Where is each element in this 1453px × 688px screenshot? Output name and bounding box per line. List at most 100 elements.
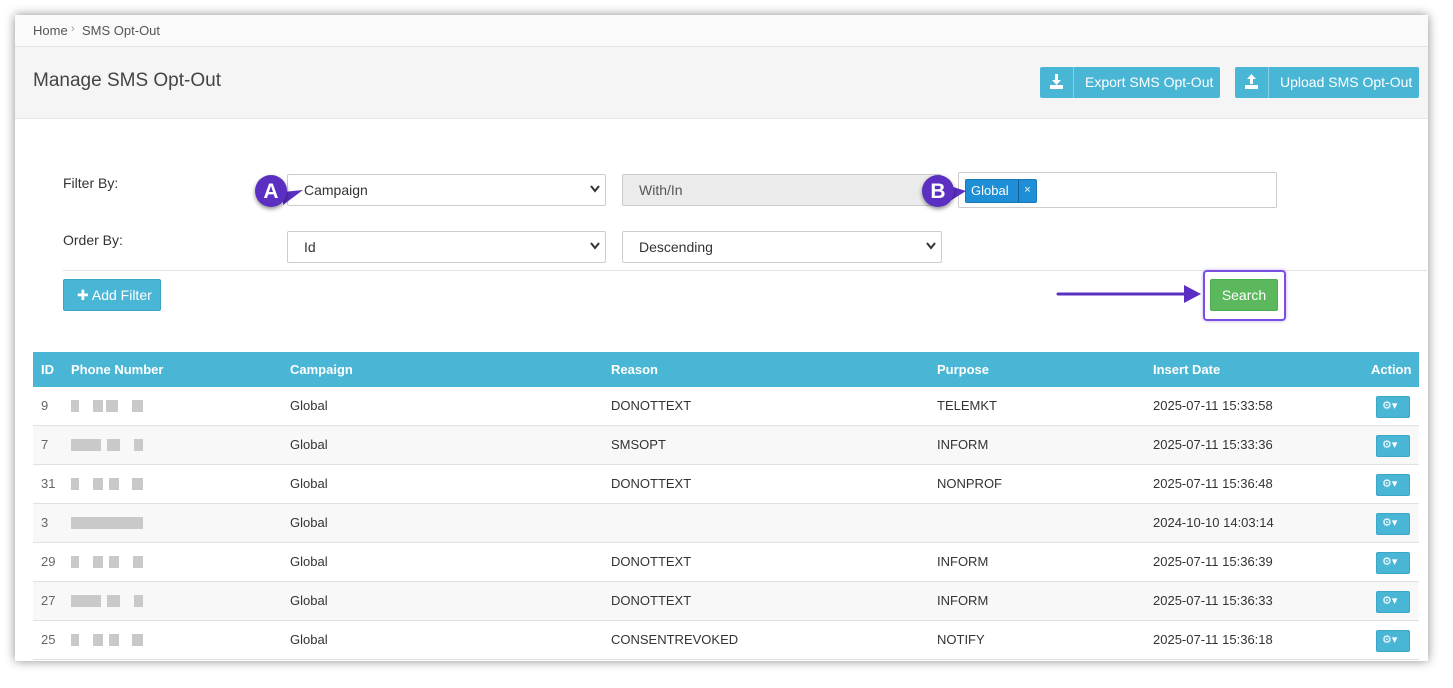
table-header: ID Phone Number Campaign Reason Purpose … <box>33 352 1419 387</box>
filter-field-value: Campaign <box>304 182 368 198</box>
row-campaign: Global <box>290 515 328 530</box>
redacted-phone-number <box>71 478 146 490</box>
gear-icon: ⚙▾ <box>1382 478 1398 490</box>
row-id: 27 <box>41 593 56 608</box>
page-title: Manage SMS Opt-Out <box>33 70 221 91</box>
table-row: 9 Global DONOTTEXT TELEMKT 2025-07-11 15… <box>33 387 1419 426</box>
row-campaign: Global <box>290 476 328 491</box>
column-header-purpose: Purpose <box>937 362 990 377</box>
chevron-down-icon <box>589 239 601 256</box>
breadcrumb-current: SMS Opt-Out <box>82 23 161 38</box>
upload-label: Upload SMS Opt-Out <box>1280 74 1413 90</box>
row-insert-date: 2024-10-10 14:03:14 <box>1153 515 1274 530</box>
row-action-button[interactable]: ⚙▾ <box>1376 513 1410 535</box>
gear-icon: ⚙▾ <box>1382 634 1398 646</box>
selected-tag-global: Global × <box>965 179 1037 203</box>
filter-operator-box: With/In <box>622 174 941 206</box>
add-filter-button[interactable]: ✚ Add Filter <box>63 279 161 311</box>
order-field-value: Id <box>304 239 316 255</box>
redacted-phone-number <box>71 556 146 568</box>
row-id: 9 <box>41 398 49 413</box>
row-insert-date: 2025-07-11 15:36:33 <box>1153 593 1273 608</box>
breadcrumb-home-link[interactable]: Home <box>33 23 68 38</box>
callout-a-letter: A <box>263 180 279 203</box>
order-field-select[interactable]: Id <box>287 231 606 263</box>
order-direction-value: Descending <box>639 239 713 255</box>
row-insert-date: 2025-07-11 15:33:36 <box>1153 437 1273 452</box>
chevron-down-icon <box>589 182 601 199</box>
tag-remove-icon[interactable]: × <box>1018 180 1036 202</box>
breadcrumb: Home › SMS Opt-Out <box>15 15 1428 47</box>
breadcrumb-separator-icon: › <box>71 23 75 35</box>
row-id: 7 <box>41 437 49 452</box>
order-by-label: Order By: <box>63 232 123 248</box>
tag-label: Global <box>971 183 1009 198</box>
row-reason: CONSENTREVOKED <box>611 632 739 647</box>
table-row: 3 Global 2024-10-10 14:03:14 ⚙▾ <box>33 504 1419 543</box>
redacted-phone-number <box>71 517 146 529</box>
table-row: 29 Global DONOTTEXT INFORM 2025-07-11 15… <box>33 543 1419 582</box>
upload-icon <box>1235 67 1269 98</box>
search-button[interactable]: Search <box>1210 279 1278 311</box>
row-purpose: INFORM <box>937 437 989 452</box>
row-purpose: NONPROF <box>937 476 1002 491</box>
row-campaign: Global <box>290 593 328 608</box>
upload-sms-opt-out-button[interactable]: Upload SMS Opt-Out <box>1235 67 1419 98</box>
filter-operator-value: With/In <box>639 182 683 198</box>
row-action-button[interactable]: ⚙▾ <box>1376 474 1410 496</box>
row-insert-date: 2025-07-11 15:36:18 <box>1153 632 1273 647</box>
row-action-button[interactable]: ⚙▾ <box>1376 552 1410 574</box>
row-action-button[interactable]: ⚙▾ <box>1376 591 1410 613</box>
row-id: 29 <box>41 554 56 569</box>
table-row: 7 Global SMSOPT INFORM 2025-07-11 15:33:… <box>33 426 1419 465</box>
column-header-campaign: Campaign <box>290 362 353 377</box>
callout-b-badge: B <box>922 175 954 207</box>
row-id: 31 <box>41 476 56 491</box>
gear-icon: ⚙▾ <box>1382 439 1398 451</box>
row-campaign: Global <box>290 398 328 413</box>
row-purpose: INFORM <box>937 554 989 569</box>
table-row: 27 Global DONOTTEXT INFORM 2025-07-11 15… <box>33 582 1419 621</box>
redacted-phone-number <box>71 634 146 646</box>
row-campaign: Global <box>290 437 328 452</box>
row-action-button[interactable]: ⚙▾ <box>1376 630 1410 652</box>
app-window: Home › SMS Opt-Out Manage SMS Opt-Out Ex… <box>15 15 1428 661</box>
table-row: 25 Global CONSENTREVOKED NOTIFY 2025-07-… <box>33 621 1419 660</box>
redacted-phone-number <box>71 595 146 607</box>
row-reason: SMSOPT <box>611 437 666 452</box>
opt-out-table: ID Phone Number Campaign Reason Purpose … <box>33 352 1419 660</box>
callout-a-badge: A <box>255 175 287 207</box>
add-filter-label: Add Filter <box>91 287 152 303</box>
gear-icon: ⚙▾ <box>1382 595 1398 607</box>
filter-field-select[interactable]: Campaign <box>287 174 606 206</box>
column-header-reason: Reason <box>611 362 658 377</box>
column-header-insert-date: Insert Date <box>1153 362 1221 377</box>
row-id: 25 <box>41 632 56 647</box>
row-insert-date: 2025-07-11 15:36:48 <box>1153 476 1273 491</box>
row-action-button[interactable]: ⚙▾ <box>1376 396 1410 418</box>
chevron-down-icon <box>925 239 937 256</box>
row-action-button[interactable]: ⚙▾ <box>1376 435 1410 457</box>
column-header-action: Action <box>1371 362 1412 377</box>
column-header-phone-number: Phone Number <box>71 362 164 377</box>
download-icon <box>1040 67 1074 98</box>
column-header-id: ID <box>41 362 54 377</box>
export-sms-opt-out-button[interactable]: Export SMS Opt-Out <box>1040 67 1220 98</box>
table-row: 31 Global DONOTTEXT NONPROF 2025-07-11 1… <box>33 465 1419 504</box>
gear-icon: ⚙▾ <box>1382 517 1398 529</box>
redacted-phone-number <box>71 439 146 451</box>
row-campaign: Global <box>290 632 328 647</box>
filter-value-tag-input[interactable]: Global × <box>958 172 1277 208</box>
add-filter-content: ✚ Add Filter <box>77 287 152 304</box>
page-header: Manage SMS Opt-Out Export SMS Opt-Out Up… <box>15 47 1428 119</box>
row-insert-date: 2025-07-11 15:36:39 <box>1153 554 1273 569</box>
filter-by-label: Filter By: <box>63 175 119 191</box>
row-reason: DONOTTEXT <box>611 398 692 413</box>
row-reason: DONOTTEXT <box>611 476 692 491</box>
search-label: Search <box>1221 287 1267 303</box>
gear-icon: ⚙▾ <box>1382 556 1398 568</box>
order-direction-select[interactable]: Descending <box>622 231 942 263</box>
row-purpose: INFORM <box>937 593 989 608</box>
row-reason: DONOTTEXT <box>611 593 692 608</box>
callout-b-letter: B <box>930 180 946 203</box>
